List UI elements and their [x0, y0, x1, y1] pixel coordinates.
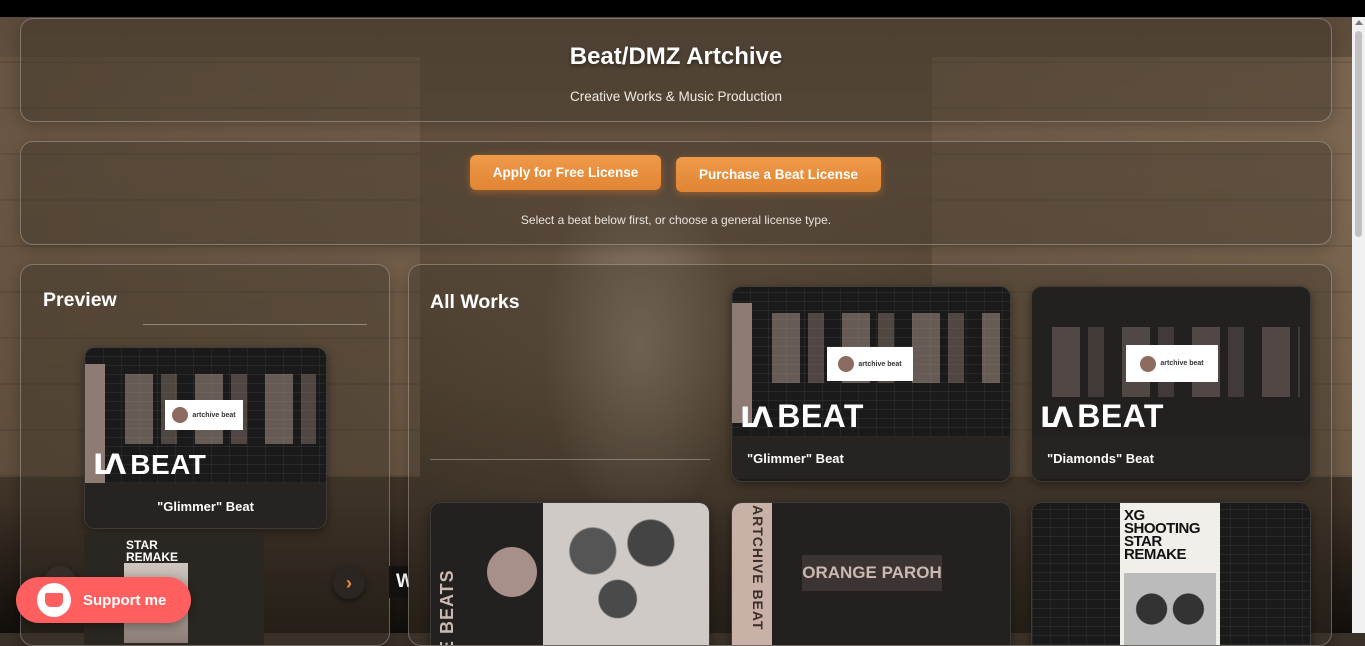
beat-logo-glyph-icon: ᒪᐱ [93, 449, 126, 480]
hidden-card-peek: W [389, 566, 409, 598]
preview-heading: Preview [43, 289, 117, 311]
preview-card-caption: "Glimmer" Beat [85, 483, 326, 528]
beat-label: BEAT [130, 449, 207, 480]
poster-photo [543, 503, 709, 645]
work-card-xg-shooting-star[interactable]: XG SHOOTING STAR REMAKE [1031, 502, 1311, 645]
logo-text: artchive beat [858, 360, 902, 368]
work-card-artwork: XG SHOOTING STAR REMAKE [1032, 503, 1310, 645]
ko-fi-cup-icon [37, 583, 71, 617]
artchive-logo: artchive beat [165, 400, 243, 430]
work-card-glimmer[interactable]: artchive beat ᒪᐱ BEAT "Glimmer" Beat [731, 286, 1011, 482]
poster-cover: XG SHOOTING STAR REMAKE [1120, 503, 1220, 645]
beat-wordmark: ᒪᐱ BEAT [93, 448, 206, 481]
license-panel: Apply for Free License Purchase a Beat L… [20, 141, 1332, 245]
scroll-up-arrow-icon[interactable] [1354, 20, 1363, 25]
poster-side-text: ARTCHIVE BEAT [750, 505, 766, 631]
page-scrollbar[interactable] [1352, 17, 1365, 633]
support-me-button[interactable]: Support me [16, 577, 191, 623]
support-label: Support me [83, 591, 167, 609]
beat-wordmark: ᒪᐱ BEAT [1040, 398, 1164, 435]
preview-card-artwork: artchive beat ᒪᐱ BEAT [85, 348, 326, 483]
beat-logo-glyph-icon: ᒪᐱ [740, 402, 773, 433]
poster-title: XG SHOOTING STAR REMAKE [1124, 507, 1201, 563]
next-card-title: STAR REMAKE [126, 538, 179, 564]
work-card-caption: "Diamonds" Beat [1032, 437, 1310, 479]
browser-top-strip [0, 0, 1365, 17]
site-header: Beat/DMZ Artchive Creative Works & Music… [20, 18, 1332, 122]
poster-side-text: E BEATS [437, 569, 457, 646]
beat-wordmark: ᒪᐱ BEAT [740, 398, 864, 435]
artchive-mark-icon [838, 356, 855, 372]
artchive-logo: artchive beat [827, 347, 913, 381]
work-card-artwork: artchive beat ᒪᐱ BEAT [1032, 287, 1310, 437]
page-title: Beat/DMZ Artchive [569, 43, 783, 70]
all-works-divider [430, 459, 710, 460]
poster-photo [1124, 573, 1216, 645]
beat-label: BEAT [1077, 398, 1164, 434]
preview-card-glimmer[interactable]: artchive beat ᒪᐱ BEAT "Glimmer" Beat [84, 347, 327, 529]
artchive-logo: artchive beat [1126, 345, 1218, 382]
work-card-diamonds[interactable]: artchive beat ᒪᐱ BEAT "Diamonds" Beat [1031, 286, 1311, 482]
poster-stamp [487, 547, 537, 597]
logo-text: artchive beat [1160, 360, 1204, 367]
beat-label: BEAT [777, 398, 864, 434]
work-card-artwork: artchive beat ᒪᐱ BEAT [732, 287, 1010, 437]
chevron-right-icon: › [346, 572, 352, 593]
apply-free-license-button[interactable]: Apply for Free License [470, 155, 661, 190]
preview-divider [143, 324, 367, 325]
work-card-caption: "Glimmer" Beat [732, 437, 1010, 479]
all-works-heading: All Works [430, 291, 520, 313]
license-hint: Select a beat below first, or choose a g… [520, 213, 832, 227]
purchase-beat-license-button[interactable]: Purchase a Beat License [676, 157, 881, 192]
work-card-artwork: E BEATS [431, 503, 709, 646]
artchive-mark-icon [172, 407, 189, 423]
logo-text: artchive beat [192, 411, 236, 419]
all-works-panel: All Works artchive beat ᒪᐱ BEAT "Glimmer"… [408, 264, 1332, 646]
beat-logo-glyph-icon: ᒪᐱ [1040, 402, 1073, 433]
work-card-orange-paroh[interactable]: ARTCHIVE BEAT ORANGE PAROH [731, 502, 1011, 645]
artchive-mark-icon [1140, 355, 1157, 372]
scrollbar-thumb[interactable] [1355, 31, 1362, 237]
carousel-next-button[interactable]: › [333, 567, 365, 599]
page-subtitle: Creative Works & Music Production [569, 89, 783, 104]
work-card-artwork: ARTCHIVE BEAT ORANGE PAROH [732, 503, 1010, 645]
work-card-poster-beats[interactable]: E BEATS [430, 502, 710, 646]
poster-title: ORANGE PAROH [802, 555, 942, 591]
